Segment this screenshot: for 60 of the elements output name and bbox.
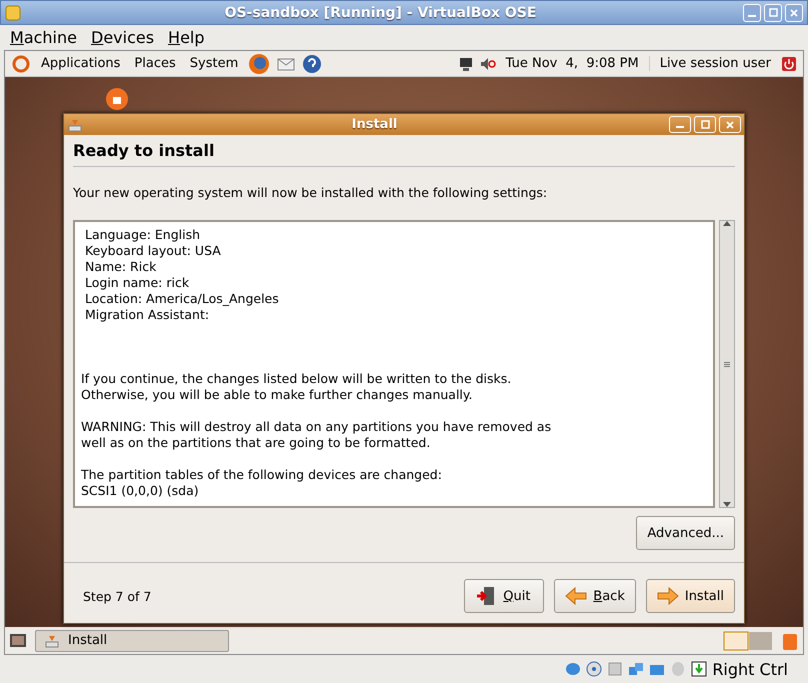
setting-line: Migration Assistant: xyxy=(84,307,210,323)
help-icon xyxy=(302,54,322,74)
scroll-bar[interactable] xyxy=(719,220,735,508)
muted-speaker-icon xyxy=(480,56,496,72)
scroll-down-icon xyxy=(723,502,731,507)
summary-line: WARNING: This will destroy all data on any partitions you have removed as xyxy=(81,419,552,435)
install-button[interactable]: Install xyxy=(646,579,735,613)
setting-line: Location: America/Los_Angeles xyxy=(84,291,280,307)
maximize-button[interactable] xyxy=(694,116,716,133)
network-computer-icon xyxy=(458,56,474,72)
page-heading: Ready to install xyxy=(73,141,735,167)
menu-item[interactable]: Machine xyxy=(10,28,77,47)
summary-line: well as on the partitions that are going to be formatted. xyxy=(81,435,432,451)
setting-line: Language: English xyxy=(84,227,202,243)
workspace-switcher-icon xyxy=(723,630,773,650)
intro-text: Your new operating system will now be installed with the following settings: xyxy=(73,185,548,200)
advanced-button[interactable]: Advanced... xyxy=(636,516,735,550)
taskbar-window-button[interactable]: Install xyxy=(35,630,229,652)
hard-disk-icon xyxy=(565,661,582,677)
scroll-up-icon xyxy=(723,221,731,226)
summary-line: The partition tables of the following devices are changed: xyxy=(81,467,443,483)
minimize-button[interactable] xyxy=(669,116,691,133)
minimize-icon xyxy=(748,14,756,16)
scroll-grip-icon xyxy=(724,362,730,366)
summary-line: Otherwise, you will be able to make further changes manually. xyxy=(81,387,474,403)
close-button[interactable] xyxy=(719,116,741,133)
close-icon xyxy=(726,120,734,128)
close-button[interactable] xyxy=(785,4,803,22)
panel-menu[interactable]: Applications xyxy=(37,56,124,71)
minimize-button[interactable] xyxy=(743,4,761,22)
maximize-icon xyxy=(700,120,710,129)
menu-item[interactable]: Devices xyxy=(90,28,154,47)
minimize-icon xyxy=(676,126,684,128)
summary-line: If you continue, the changes listed below will be written to the disks. xyxy=(81,371,512,387)
mouse-icon xyxy=(670,661,686,677)
dialog-title: Install xyxy=(350,117,398,132)
window-title: OS-sandbox [Running] - VirtualBox OSE xyxy=(224,4,538,20)
power-icon xyxy=(781,56,797,72)
setting-line: Name: Rick xyxy=(84,259,158,275)
summary-text-area[interactable] xyxy=(73,220,715,508)
step-label: Step 7 of 7 xyxy=(82,588,152,604)
left-arrow-icon xyxy=(565,587,588,605)
menu-item[interactable]: Help xyxy=(168,28,205,47)
show-desktop-icon xyxy=(9,632,27,650)
optical-disc-icon xyxy=(586,661,602,677)
maximize-button[interactable] xyxy=(764,4,782,22)
maximize-icon xyxy=(768,8,778,17)
panel-menu[interactable]: Places xyxy=(130,56,180,71)
quit-button[interactable]: Quit xyxy=(464,579,544,613)
right-arrow-icon xyxy=(656,587,679,605)
panel-menu[interactable]: System xyxy=(186,56,242,71)
back-button[interactable]: Back xyxy=(554,579,636,613)
close-icon xyxy=(790,8,798,16)
host-key-label: Right Ctrl xyxy=(712,660,788,678)
session-user[interactable]: Live session user xyxy=(648,56,775,71)
network-icon xyxy=(628,661,644,677)
setting-line: Login name: rick xyxy=(84,275,190,291)
summary-line: SCSI1 (0,0,0) (sda) xyxy=(81,483,200,499)
clock[interactable]: Tue Nov 4, 9:08 PM xyxy=(502,56,643,71)
setting-line: Keyboard layout: USA xyxy=(84,243,222,259)
